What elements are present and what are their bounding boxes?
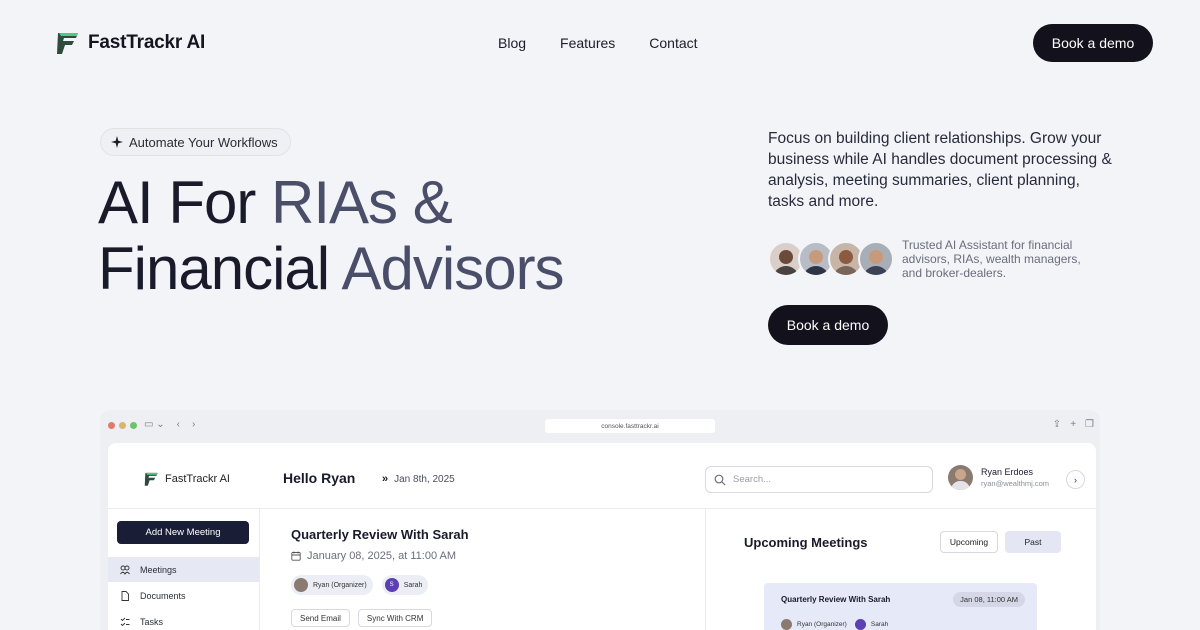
search-placeholder: Search...	[733, 474, 772, 485]
meetings-icon	[120, 565, 130, 575]
attendee-name: Sarah	[403, 581, 423, 589]
browser-window: ▭ ⌄ ‹ › console.fasttrackr.ai ⇪ + ❐ Fast…	[100, 410, 1100, 630]
hero-title-part: AI For	[98, 169, 272, 236]
avatar	[858, 241, 894, 277]
window-controls	[108, 422, 137, 429]
attendee-chip: Ryan (Organizer)	[781, 617, 847, 630]
attendee-name: Sarah	[870, 620, 889, 628]
trusted-avatars	[768, 241, 894, 277]
attendee-name: Ryan (Organizer)	[313, 581, 367, 589]
sparkle-icon	[111, 136, 123, 148]
user-name: Ryan Erdoes	[981, 467, 1034, 477]
send-email-button[interactable]: Send Email	[291, 609, 350, 627]
sidebar-item-meetings[interactable]: Meetings	[108, 557, 259, 582]
documents-icon	[121, 590, 129, 601]
sidebar-item-documents[interactable]: Documents	[108, 583, 259, 608]
upcoming-title: Upcoming Meetings	[744, 535, 868, 550]
automate-pill: Automate Your Workflows	[100, 128, 291, 156]
attendee-chip: Sarah	[854, 617, 889, 630]
browser-nav-icons: ▭ ⌄ ‹ ›	[144, 419, 195, 430]
tasks-icon	[120, 617, 130, 626]
meeting-detail: Quarterly Review With Sarah January 08, …	[291, 527, 469, 627]
greeting: Hello Ryan	[283, 470, 356, 486]
search-input[interactable]: Search...	[705, 466, 933, 493]
avatar	[948, 465, 973, 490]
close-dot-icon	[108, 422, 115, 429]
chevron-right-icon[interactable]: ›	[1066, 470, 1085, 489]
hero-title: AI For RIAs & Financial Advisors	[98, 169, 565, 302]
tab-upcoming[interactable]: Upcoming	[940, 531, 998, 553]
panel-divider	[705, 509, 706, 630]
sidebar-item-label: Documents	[140, 590, 186, 601]
sync-crm-button[interactable]: Sync With CRM	[357, 609, 433, 627]
minimize-dot-icon	[119, 422, 126, 429]
nav-link-blog[interactable]: Blog	[498, 35, 526, 51]
nav-link-contact[interactable]: Contact	[649, 35, 697, 51]
fasttrackr-logo-icon	[144, 472, 158, 486]
new-tab-icon: +	[1070, 419, 1077, 430]
forward-icon: ›	[191, 419, 196, 430]
hero-title-part-muted: RIAs &	[271, 169, 453, 236]
brand-logo[interactable]: FastTrackr AI	[56, 30, 205, 56]
meeting-title: Quarterly Review With Sarah	[291, 527, 469, 542]
card-date-badge: Jan 08, 11:00 AM	[953, 592, 1025, 607]
attendee-chip: Ryan (Organizer)	[291, 575, 373, 595]
card-attendees: Ryan (Organizer) Sarah	[781, 617, 888, 630]
browser-actions: ⇪ + ❐	[1053, 419, 1094, 430]
hero-book-demo-button[interactable]: Book a demo	[768, 305, 888, 345]
avatar	[294, 578, 308, 592]
user-profile[interactable]: Ryan Erdoes ryan@wealthmj.com	[948, 465, 1049, 490]
add-new-meeting-button[interactable]: Add New Meeting	[117, 521, 249, 544]
sidebar-item-label: Tasks	[140, 616, 164, 627]
nav-links: Blog Features Contact	[498, 35, 698, 51]
upcoming-meeting-card[interactable]: Quarterly Review With Sarah Jan 08, 11:0…	[764, 583, 1037, 630]
avatar: S	[384, 578, 399, 592]
hero-description: Focus on building client relationships. …	[768, 130, 1112, 210]
double-chevron-icon: »	[382, 473, 389, 485]
nav-link-features[interactable]: Features	[560, 35, 615, 51]
calendar-icon	[291, 551, 301, 561]
hero-title-part: Financial	[98, 235, 342, 302]
sidebar-item-label: Meetings	[140, 564, 177, 575]
current-date-text: Jan 8th, 2025	[394, 473, 455, 485]
app-console: FastTrackr AI Hello Ryan » Jan 8th, 2025…	[108, 443, 1096, 630]
attendee-chip: S Sarah	[381, 575, 429, 595]
address-bar: console.fasttrackr.ai	[545, 419, 715, 433]
back-icon: ‹	[176, 419, 180, 430]
meeting-actions: Send Email Sync With CRM	[291, 609, 469, 627]
sidebar-toggle-icon: ▭ ⌄	[144, 419, 165, 430]
sidebar: Add New Meeting Meetings Documents Tasks	[108, 509, 260, 630]
card-title: Quarterly Review With Sarah	[781, 595, 891, 604]
fasttrackr-logo-icon	[57, 33, 78, 54]
sidebar-item-tasks[interactable]: Tasks	[108, 609, 259, 630]
app-brand: FastTrackr AI	[144, 471, 230, 487]
user-email: ryan@wealthmj.com	[981, 479, 1050, 488]
maximize-dot-icon	[130, 422, 137, 429]
attendee-list: Ryan (Organizer) S Sarah	[291, 575, 469, 595]
meeting-date-text: January 08, 2025, at 11:00 AM	[307, 550, 457, 562]
pill-label: Automate Your Workflows	[129, 134, 278, 150]
brand-name: FastTrackr AI	[88, 32, 206, 53]
search-icon	[714, 474, 726, 485]
trust-text: Trusted AI Assistant for financial advis…	[902, 238, 1081, 280]
nav-book-demo-button[interactable]: Book a demo	[1033, 24, 1153, 62]
tabs-icon: ❐	[1085, 419, 1094, 430]
avatar	[854, 618, 866, 630]
top-nav: FastTrackr AI Blog Features Contact Book…	[0, 0, 1200, 86]
hero-title-part-muted: Advisors	[341, 235, 564, 302]
meeting-date: January 08, 2025, at 11:00 AM	[291, 550, 469, 562]
app-brand-name: FastTrackr AI	[165, 473, 230, 485]
tab-past[interactable]: Past	[1005, 531, 1061, 553]
share-icon: ⇪	[1052, 419, 1062, 430]
attendee-name: Ryan (Organizer)	[797, 620, 847, 628]
current-date: » Jan 8th, 2025	[382, 473, 455, 485]
avatar	[781, 618, 792, 630]
